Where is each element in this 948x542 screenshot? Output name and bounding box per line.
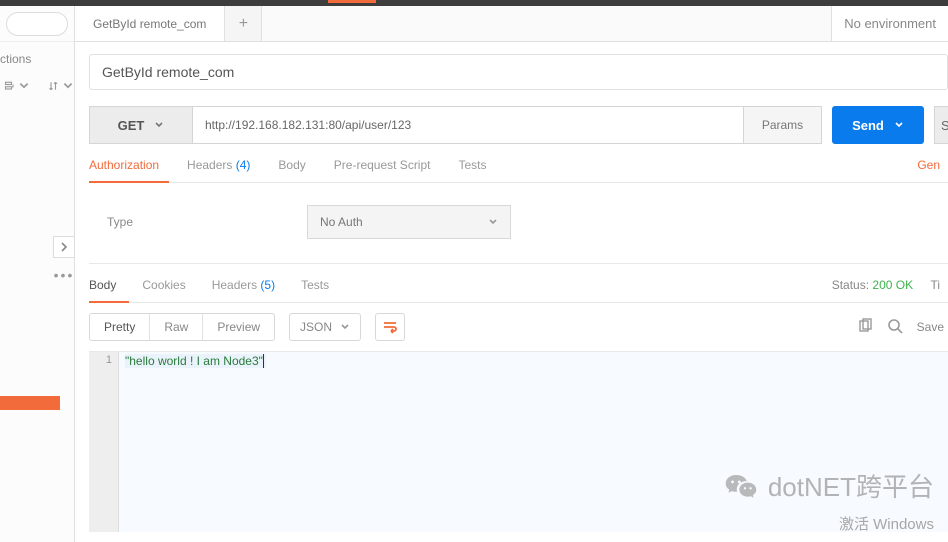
url-value: http://192.168.182.131:80/api/user/123 bbox=[205, 118, 411, 132]
line-number: 1 bbox=[89, 354, 112, 366]
view-mode-segment: Pretty Raw Preview bbox=[89, 313, 275, 341]
tab-body[interactable]: Body bbox=[278, 158, 305, 172]
save-button[interactable]: S bbox=[934, 106, 948, 144]
view-raw[interactable]: Raw bbox=[150, 314, 203, 340]
view-pretty[interactable]: Pretty bbox=[90, 314, 150, 340]
http-method-selector[interactable]: GET bbox=[89, 106, 193, 144]
wrap-lines-button[interactable] bbox=[375, 313, 405, 341]
topbar-accent bbox=[328, 0, 376, 3]
tabs-row: GetById remote_com + No environment bbox=[75, 6, 948, 42]
response-sub-tabs: Body Cookies Headers (5) Tests Status: 2… bbox=[89, 278, 948, 303]
chevron-down-icon bbox=[340, 322, 350, 332]
sidebar-filter-icon[interactable] bbox=[4, 80, 30, 92]
response-body-area: 1 "hello world ! I am Node3" bbox=[89, 352, 948, 532]
environment-label: No environment bbox=[844, 16, 936, 31]
save-response-button[interactable]: Save bbox=[917, 320, 944, 334]
search-response-icon[interactable] bbox=[887, 318, 903, 337]
response-body-toolbar: Pretty Raw Preview JSON bbox=[89, 303, 948, 352]
copy-response-icon[interactable] bbox=[857, 318, 873, 337]
auth-row: Type No Auth bbox=[89, 183, 948, 264]
sidebar-expand-button[interactable] bbox=[53, 236, 75, 258]
resp-tab-body[interactable]: Body bbox=[89, 278, 116, 292]
text-caret bbox=[263, 354, 264, 368]
new-tab-button[interactable]: + bbox=[225, 6, 262, 41]
url-input[interactable]: http://192.168.182.131:80/api/user/123 bbox=[193, 106, 744, 144]
chevron-down-icon bbox=[488, 217, 498, 227]
resp-tab-tests[interactable]: Tests bbox=[301, 278, 329, 292]
view-preview[interactable]: Preview bbox=[203, 314, 274, 340]
request-title-text: GetById remote_com bbox=[102, 64, 234, 80]
sidebar-more-icon[interactable]: ••• bbox=[53, 264, 75, 286]
response-status: Status: 200 OK Ti bbox=[832, 278, 940, 292]
send-button[interactable]: Send bbox=[832, 106, 924, 144]
sidebar: ctions ••• bbox=[0, 6, 75, 542]
sidebar-search-input[interactable] bbox=[6, 12, 68, 36]
resp-tab-headers[interactable]: Headers (5) bbox=[212, 278, 275, 292]
request-title-input[interactable]: GetById remote_com bbox=[89, 54, 948, 90]
tab-headers[interactable]: Headers (4) bbox=[187, 158, 250, 172]
tab-authorization[interactable]: Authorization bbox=[89, 158, 159, 172]
auth-type-select[interactable]: No Auth bbox=[307, 205, 511, 239]
chevron-down-icon bbox=[154, 120, 164, 130]
response-body-code[interactable]: "hello world ! I am Node3" bbox=[119, 352, 948, 532]
auth-type-value: No Auth bbox=[320, 215, 363, 229]
auth-type-label: Type bbox=[107, 215, 307, 229]
request-sub-tabs: Authorization Headers (4) Body Pre-reque… bbox=[89, 158, 948, 183]
resp-tab-cookies[interactable]: Cookies bbox=[142, 278, 185, 292]
request-tab-label: GetById remote_com bbox=[93, 17, 206, 31]
tab-prerequest[interactable]: Pre-request Script bbox=[334, 158, 431, 172]
window-topbar bbox=[0, 0, 948, 6]
tab-tests[interactable]: Tests bbox=[458, 158, 486, 172]
http-method-label: GET bbox=[118, 118, 145, 133]
response-line-1: "hello world ! I am Node3" bbox=[125, 354, 263, 368]
response-time-label: Ti bbox=[930, 278, 940, 292]
params-button[interactable]: Params bbox=[744, 106, 822, 144]
request-tab[interactable]: GetById remote_com bbox=[75, 6, 225, 41]
sidebar-sort-icon[interactable] bbox=[48, 80, 74, 92]
environment-selector[interactable]: No environment bbox=[831, 6, 948, 41]
sidebar-active-marker bbox=[0, 396, 60, 410]
format-select[interactable]: JSON bbox=[289, 313, 361, 341]
status-code: 200 OK bbox=[872, 278, 913, 292]
generate-code-link[interactable]: Gen bbox=[917, 158, 940, 172]
chevron-down-icon bbox=[894, 120, 904, 130]
line-gutter: 1 bbox=[89, 352, 119, 532]
wrap-icon bbox=[382, 320, 398, 334]
sidebar-collections-label[interactable]: ctions bbox=[0, 42, 74, 76]
